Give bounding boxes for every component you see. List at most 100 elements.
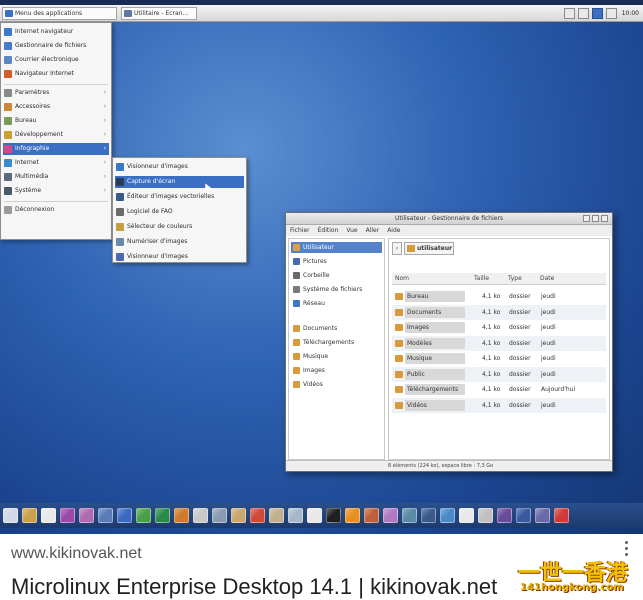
result-title[interactable]: Microlinux Enterprise Desktop 14.1 | kik…	[11, 574, 497, 600]
app-menu-button[interactable]: Menu des applications	[2, 7, 117, 20]
sidebar-item-label: Images	[303, 367, 325, 375]
path-button[interactable]: utilisateur	[404, 242, 454, 255]
system-monitor-icon[interactable]	[478, 508, 493, 523]
notes-icon[interactable]	[307, 508, 322, 523]
sidebar-item[interactable]: Musique	[291, 351, 382, 362]
watermark-logo: 一世一香港 141hongkong.com	[518, 555, 636, 597]
tray-volume-icon[interactable]	[577, 8, 589, 19]
menubar-item[interactable]: Vue	[346, 225, 357, 236]
sidebar-item[interactable]: Réseau	[291, 298, 382, 309]
table-row[interactable]: Téléchargements 4,1 ko dossier Aujourd'hui	[392, 382, 606, 397]
sidebar-item[interactable]: Pictures	[291, 256, 382, 267]
menubar-item[interactable]: Aller	[366, 225, 380, 236]
path-back-icon[interactable]: ‹	[392, 242, 402, 255]
menu-item[interactable]: Multimédia ›	[3, 171, 109, 183]
user-icon[interactable]	[497, 508, 512, 523]
column-header[interactable]: Date	[540, 273, 554, 285]
table-row[interactable]: Bureau 4,1 ko dossier jeudi	[392, 289, 606, 304]
table-row[interactable]: Images 4,1 ko dossier jeudi	[392, 320, 606, 335]
menubar-item[interactable]: Aide	[387, 225, 400, 236]
menubar-item[interactable]: Édition	[318, 225, 339, 236]
screenshot: Menu des applications Utilitaire - Ecran…	[0, 0, 643, 534]
music-icon[interactable]	[345, 508, 360, 523]
menubar-item[interactable]: Fichier	[290, 225, 310, 236]
graphics-tool-icon[interactable]	[212, 508, 227, 523]
sidebar-item[interactable]: Système de fichiers	[291, 284, 382, 295]
column-header[interactable]: Type	[508, 273, 522, 285]
menu-item[interactable]: Déconnexion	[3, 204, 109, 216]
column-header[interactable]: Nom	[395, 273, 409, 285]
menu-item[interactable]: Bureau ›	[3, 115, 109, 127]
network-icon[interactable]	[98, 508, 113, 523]
calendar-app-icon[interactable]	[250, 508, 265, 523]
help-icon[interactable]	[554, 508, 569, 523]
sidebar-item[interactable]: Documents	[291, 323, 382, 334]
menu-item-label: Développement	[15, 131, 63, 138]
sidebar-item[interactable]: Utilisateur	[291, 242, 382, 253]
show-desktop-icon[interactable]	[3, 508, 18, 523]
submenu-item[interactable]: Sélecteur de couleurs	[115, 221, 244, 233]
table-row[interactable]: Public 4,1 ko dossier jeudi	[392, 366, 606, 382]
sidebar-item[interactable]: Images	[291, 365, 382, 376]
download-icon[interactable]	[440, 508, 455, 523]
menu-item[interactable]: Courrier électronique	[3, 54, 109, 66]
table-row[interactable]: Modèles 4,1 ko dossier jeudi	[392, 335, 606, 351]
menu-item[interactable]: Système ›	[3, 185, 109, 197]
mail-client-icon[interactable]	[269, 508, 284, 523]
settings-tool-icon[interactable]	[79, 508, 94, 523]
menu-item[interactable]: Paramètres ›	[3, 87, 109, 99]
display-icon[interactable]	[535, 508, 550, 523]
security-icon[interactable]	[516, 508, 531, 523]
web-icon[interactable]	[117, 508, 132, 523]
table-row[interactable]: Vidéos 4,1 ko dossier jeudi	[392, 397, 606, 413]
submenu-item[interactable]: Logiciel de FAO	[115, 206, 244, 218]
photo-icon[interactable]	[364, 508, 379, 523]
calendar-icon[interactable]	[60, 508, 75, 523]
menu-item[interactable]: Accessoires ›	[3, 101, 109, 113]
clock-icon[interactable]	[459, 508, 474, 523]
submenu-item[interactable]: Visionneur d'images	[115, 161, 244, 173]
cd-icon[interactable]	[326, 508, 341, 523]
archive-icon[interactable]	[231, 508, 246, 523]
top-panel: Menu des applications Utilitaire - Ecran…	[0, 5, 643, 22]
submenu-item[interactable]: Capture d'écran	[115, 176, 244, 188]
clock[interactable]: 10:00	[620, 10, 639, 17]
submenu-item[interactable]: Éditeur d'images vectorielles	[115, 191, 244, 203]
internet-icon	[4, 159, 12, 167]
table-row[interactable]: Documents 4,1 ko dossier jeudi	[392, 304, 606, 320]
column-header[interactable]: Taille	[474, 273, 489, 285]
video-icon[interactable]	[383, 508, 398, 523]
office-doc-icon[interactable]	[136, 508, 151, 523]
media-icon[interactable]	[421, 508, 436, 523]
terminal-icon[interactable]	[22, 508, 37, 523]
sidebar-item[interactable]: Corbeille	[291, 270, 382, 281]
task-button[interactable]: Utilitaire - Ecran...	[121, 7, 197, 20]
window-titlebar[interactable]: Utilisateur - Gestionnaire de fichiers	[286, 213, 612, 225]
submenu-item-label: Visionneur d'images	[127, 163, 188, 170]
file-type: dossier	[509, 370, 531, 378]
source-domain[interactable]: www.kikinovak.net	[11, 545, 142, 563]
tray-update-icon[interactable]	[605, 8, 617, 19]
presentation-icon[interactable]	[174, 508, 189, 523]
game-icon[interactable]	[402, 508, 417, 523]
menu-item[interactable]: Infographie ›	[3, 143, 109, 155]
tray-network-icon[interactable]	[563, 8, 575, 19]
submenu-item[interactable]: Visionneur d'images	[115, 251, 244, 263]
close-icon[interactable]	[601, 215, 608, 222]
menu-item[interactable]: Gestionnaire de fichiers	[3, 40, 109, 52]
table-row[interactable]: Musique 4,1 ko dossier jeudi	[392, 351, 606, 366]
sidebar-item[interactable]: Téléchargements	[291, 337, 382, 348]
menu-item[interactable]: Internet ›	[3, 157, 109, 169]
image-app-icon[interactable]	[288, 508, 303, 523]
menu-item[interactable]: Développement ›	[3, 129, 109, 141]
minimize-icon[interactable]	[583, 215, 590, 222]
submenu-item[interactable]: Numériser d'images	[115, 236, 244, 248]
maximize-icon[interactable]	[592, 215, 599, 222]
tray-workspace-icon[interactable]	[591, 8, 603, 19]
file-manager-icon[interactable]	[41, 508, 56, 523]
sidebar-item[interactable]: Vidéos	[291, 379, 382, 390]
menu-item[interactable]: Internet navigateur	[3, 26, 109, 38]
edit-icon[interactable]	[193, 508, 208, 523]
menu-item[interactable]: Navigateur Internet	[3, 68, 109, 80]
spreadsheet-icon[interactable]	[155, 508, 170, 523]
